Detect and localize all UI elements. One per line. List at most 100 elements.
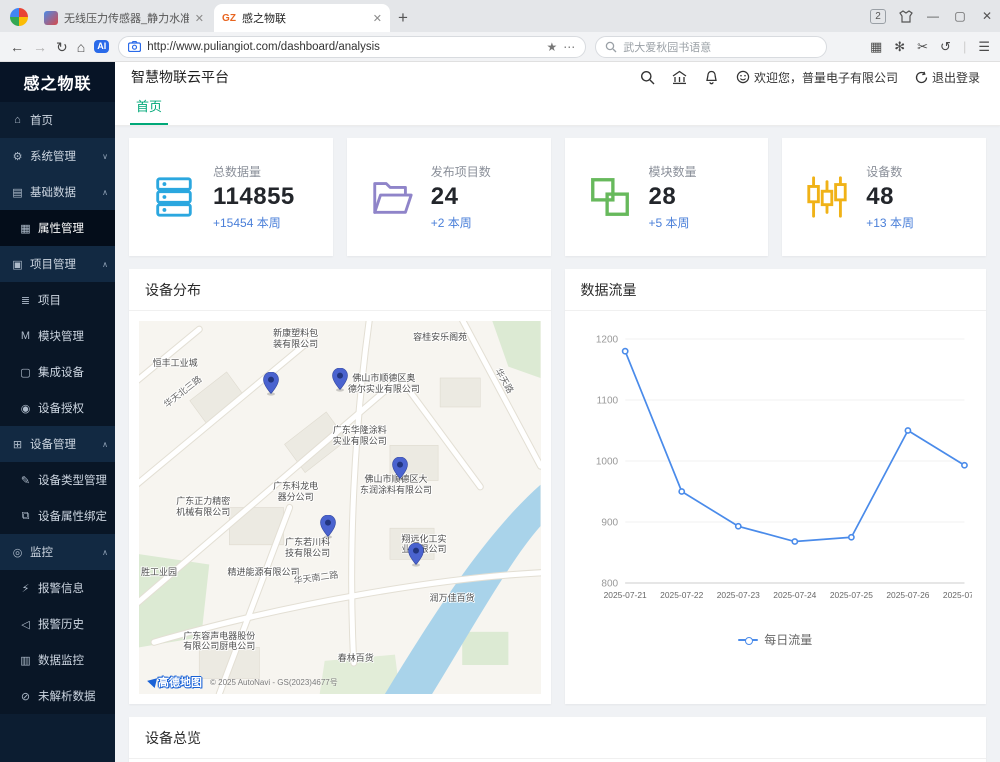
- back-icon[interactable]: ←: [10, 40, 24, 54]
- header-search-icon[interactable]: [640, 70, 655, 85]
- map-poi-label: 广东科龙电 器分公司: [273, 481, 318, 503]
- sidebar-item-13[interactable]: ⚡报警信息: [0, 570, 115, 606]
- map-poi-label: 广东华隆涂料 实业有限公司: [333, 425, 387, 447]
- bookmark-star-icon[interactable]: ★: [546, 40, 557, 54]
- map-pin-icon[interactable]: [263, 372, 279, 396]
- url-text[interactable]: http://www.puliangiot.com/dashboard/anal…: [147, 41, 540, 53]
- svg-text:1200: 1200: [595, 335, 618, 346]
- amap-logo-text: 高德地图: [158, 674, 202, 690]
- map-pin-icon[interactable]: [320, 515, 336, 539]
- sidebar-item-15[interactable]: ▥ 数据监控: [0, 642, 115, 678]
- scissors-icon[interactable]: ✂: [917, 39, 928, 55]
- restore-icon[interactable]: ↺: [940, 39, 951, 55]
- sidebar-item-12[interactable]: ◎监控∧: [0, 534, 115, 570]
- url-more-icon[interactable]: ⋯: [563, 40, 576, 54]
- map-poi-label: 胜工业园: [141, 567, 177, 578]
- stat-delta: +5 本周: [649, 214, 697, 231]
- map-pin-icon[interactable]: [408, 543, 424, 567]
- amap-arrow-icon: [146, 676, 157, 688]
- welcome-area[interactable]: 欢迎您，普量电子有限公司: [736, 69, 898, 86]
- alarm-history-icon: ◁: [19, 618, 32, 631]
- map-panel-body: 新康塑料包 装有限公司容桂安乐阁苑恒丰工业城佛山市顺德区奥 德尔实业有限公司广东…: [129, 311, 551, 704]
- sidebar-item-1[interactable]: ⚙系统管理∨: [0, 138, 115, 174]
- sidebar-item-5[interactable]: ≣项目: [0, 282, 115, 318]
- map-poi-label: 春林百货: [338, 653, 374, 664]
- theme-icon[interactable]: [899, 10, 913, 23]
- tab1-close-icon[interactable]: ✕: [195, 12, 204, 25]
- sidebar-item-11[interactable]: ⧉设备属性绑定: [0, 498, 115, 534]
- tab2-close-icon[interactable]: ✕: [373, 12, 382, 25]
- svg-text:1100: 1100: [596, 396, 618, 407]
- amap-logo: 高德地图: [147, 674, 202, 690]
- sidebar-item-6[interactable]: M模块管理: [0, 318, 115, 354]
- search-text[interactable]: 武大爱秋园书语意: [623, 39, 711, 55]
- close-window-icon[interactable]: ✕: [980, 9, 994, 23]
- device-map[interactable]: 新康塑料包 装有限公司容桂安乐阁苑恒丰工业城佛山市顺德区奥 德尔实业有限公司广东…: [139, 321, 541, 694]
- svg-text:2025-07-21: 2025-07-21: [603, 590, 646, 600]
- sidebar-item-label: 报警历史: [38, 616, 108, 632]
- sidebar-item-9[interactable]: ⊞设备管理∧: [0, 426, 115, 462]
- welcome-text: 欢迎您，普量电子有限公司: [754, 69, 898, 86]
- sidebar-item-2[interactable]: ▤基础数据∧: [0, 174, 115, 210]
- sidebar-item-label: 项目: [38, 292, 108, 308]
- app-logo[interactable]: 感之物联: [0, 62, 115, 102]
- ai-assistant-badge[interactable]: AI: [94, 40, 109, 53]
- tab1-title: 无线压力传感器_静力水准仪: [64, 10, 189, 26]
- gear-icon: ⚙: [11, 150, 24, 163]
- browser-logo-icon[interactable]: [10, 8, 28, 26]
- apps-grid-icon[interactable]: ▦: [870, 39, 882, 55]
- forward-icon[interactable]: →: [33, 40, 47, 54]
- tab2-favicon-icon: GZ: [222, 11, 236, 25]
- minimize-icon[interactable]: —: [926, 9, 940, 23]
- sidebar-item-4[interactable]: ▣项目管理∧: [0, 246, 115, 282]
- menu-icon[interactable]: ☰: [978, 39, 990, 55]
- refresh-icon[interactable]: ↻: [56, 40, 68, 54]
- chart-legend[interactable]: 每日流量: [579, 631, 973, 648]
- sidebar-item-label: 系统管理: [30, 148, 96, 164]
- browser-tab-1[interactable]: 无线压力传感器_静力水准仪 ✕: [36, 4, 212, 32]
- stat-delta: +13 本周: [866, 214, 914, 231]
- sidebar-item-3[interactable]: ▦属性管理: [0, 210, 115, 246]
- home-icon[interactable]: ⌂: [77, 40, 85, 54]
- extensions-icon[interactable]: ✻: [894, 39, 905, 55]
- data-monitor-icon: ▥: [19, 654, 32, 667]
- legend-label: 每日流量: [764, 631, 812, 648]
- maximize-icon[interactable]: ▢: [953, 9, 967, 23]
- sidebar-item-10[interactable]: ✎设备类型管理: [0, 462, 115, 498]
- url-box[interactable]: http://www.puliangiot.com/dashboard/anal…: [118, 36, 586, 58]
- page-tab-home[interactable]: 首页: [130, 96, 168, 125]
- sidebar-item-16[interactable]: ⊘未解析数据: [0, 678, 115, 714]
- organization-icon[interactable]: [672, 70, 687, 85]
- sidebar: 感之物联 ⌂首页⚙系统管理∨▤基础数据∧▦属性管理▣项目管理∧≣项目M模块管理▢…: [0, 62, 115, 762]
- chevron-up-icon: ∧: [102, 548, 108, 557]
- svg-text:2025-07-24: 2025-07-24: [773, 590, 816, 600]
- logout-button[interactable]: 退出登录: [915, 69, 980, 86]
- notification-bell-icon[interactable]: [704, 70, 719, 85]
- browser-tab-2[interactable]: GZ 感之物联 ✕: [214, 4, 390, 32]
- sidebar-item-label: 数据监控: [38, 652, 108, 668]
- stat-label: 模块数量: [649, 163, 697, 180]
- reader-mode-icon[interactable]: [128, 41, 141, 52]
- sidebar-item-14[interactable]: ◁ 报警历史: [0, 606, 115, 642]
- sidebar-item-0[interactable]: ⌂首页: [0, 102, 115, 138]
- map-pin-icon[interactable]: [392, 457, 408, 481]
- base-data-icon: ▤: [11, 186, 24, 199]
- project-icon: ▣: [11, 258, 24, 271]
- browser-search-box[interactable]: 武大爱秋园书语意: [595, 36, 827, 58]
- tab2-title: 感之物联: [242, 10, 367, 26]
- sidebar-item-8[interactable]: ◉设备授权: [0, 390, 115, 426]
- svg-text:1000: 1000: [595, 457, 618, 468]
- map-copyright: © 2025 AutoNavi - GS(2023)4677号: [210, 677, 338, 688]
- sidebar-item-label: 项目管理: [30, 256, 96, 272]
- sidebar-item-7[interactable]: ▢集成设备: [0, 354, 115, 390]
- device-distribution-panel: 设备分布: [129, 269, 551, 704]
- daily-flow-line-chart[interactable]: 8009001000110012002025-07-212025-07-2220…: [579, 325, 973, 625]
- map-attribution-row: 高德地图 © 2025 AutoNavi - GS(2023)4677号: [147, 674, 338, 690]
- new-tab-button[interactable]: +: [398, 9, 408, 26]
- tab-count-badge[interactable]: 2: [870, 9, 886, 24]
- stat-card-0: 总数据量114855+15454 本周: [129, 138, 333, 256]
- map-pin-icon[interactable]: [332, 368, 348, 392]
- stat-label: 总数据量: [213, 163, 295, 180]
- unparsed-data-icon: ⊘: [19, 690, 32, 703]
- svg-text:2025-07-25: 2025-07-25: [829, 590, 872, 600]
